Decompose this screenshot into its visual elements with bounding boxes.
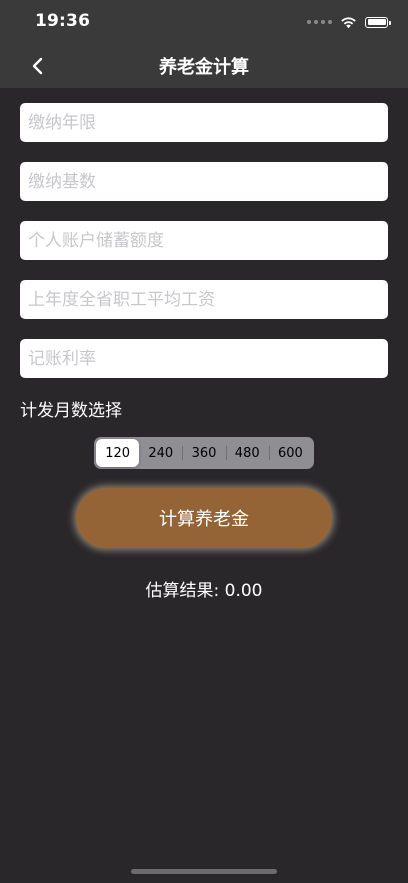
navigation-bar: 19:36 养老金计算 [0,0,408,88]
pension-calculator-screen: 19:36 养老金计算 计发月数选择 120 240 360 480 [0,0,408,883]
home-indicator [131,869,277,874]
segment-120[interactable]: 120 [96,439,140,467]
segment-360[interactable]: 360 [182,439,225,467]
interest-rate-field[interactable] [20,339,388,378]
segment-240[interactable]: 240 [139,439,182,467]
months-segmented-control: 120 240 360 480 600 [94,437,314,469]
status-time: 19:36 [35,11,91,31]
months-label: 计发月数选择 [20,401,122,421]
payment-years-field[interactable] [20,103,388,142]
result-text: 估算结果: 0.00 [145,581,263,601]
payment-base-field[interactable] [20,162,388,201]
calculate-pension-button[interactable]: 计算养老金 [76,488,332,548]
segment-480[interactable]: 480 [225,439,269,467]
battery-icon [365,16,391,28]
personal-account-field[interactable] [20,221,388,260]
signal-dots-icon [307,20,332,24]
avg-salary-field[interactable] [20,280,388,319]
segment-600[interactable]: 600 [268,439,312,467]
page-title: 养老金计算 [159,57,249,78]
wifi-icon [341,16,356,28]
status-icons [307,14,391,30]
